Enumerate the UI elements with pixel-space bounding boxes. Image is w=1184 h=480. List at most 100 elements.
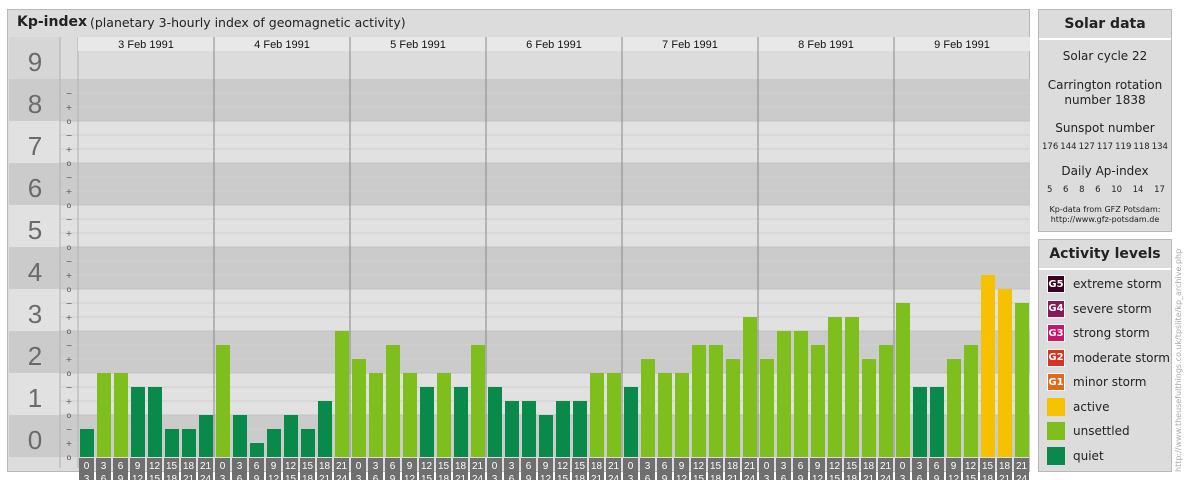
- interval-start-label: 21: [880, 461, 892, 472]
- kp-bar: [284, 415, 298, 457]
- legend-swatch: [1047, 446, 1065, 465]
- interval-end-label: 9: [934, 474, 940, 480]
- sunspot-value: 176: [1042, 142, 1059, 152]
- kp-bar: [114, 373, 128, 457]
- kp-band: [9, 373, 1030, 415]
- y-minor-tick-label: −: [66, 341, 73, 350]
- interval-start-label: 6: [662, 461, 668, 472]
- interval-end-label: 21: [727, 474, 739, 480]
- ap-value: 14: [1132, 185, 1144, 195]
- kp-bar: [97, 373, 111, 457]
- interval-start-label: 18: [727, 461, 739, 472]
- y-minor-tick-label: o: [67, 117, 72, 126]
- kp-bar: [216, 344, 230, 457]
- day-label: 4 Feb 1991: [254, 39, 310, 51]
- interval-start-label: 12: [421, 461, 433, 472]
- kp-bar: [845, 317, 859, 457]
- interval-start-label: 0: [628, 461, 634, 472]
- kp-bar: [573, 401, 587, 457]
- kp-bar: [896, 302, 910, 457]
- sunspot-label: Sunspot number: [1055, 121, 1155, 135]
- legend-label: moderate storm: [1073, 350, 1170, 365]
- interval-start-label: 15: [302, 461, 314, 472]
- interval-start-label: 12: [285, 461, 297, 472]
- kp-bar: [692, 344, 706, 457]
- activity-levels-title: Activity levels: [1039, 240, 1171, 270]
- kp-bar: [199, 415, 213, 457]
- legend-label: extreme storm: [1073, 277, 1162, 291]
- interval-end-label: 9: [254, 474, 260, 480]
- kp-band: [9, 289, 1030, 331]
- legend-label: active: [1073, 399, 1110, 414]
- kp-bar: [981, 275, 995, 457]
- kp-bar: [624, 386, 638, 457]
- y-tick-label: 5: [28, 215, 42, 245]
- ap-value: 5: [1047, 185, 1053, 195]
- legend-swatch: G4: [1047, 299, 1065, 318]
- kp-bar: [505, 401, 519, 457]
- ap-value: 8: [1079, 185, 1085, 195]
- interval-end-label: 24: [880, 474, 892, 480]
- legend-row: G5 extreme storm: [1047, 274, 1162, 294]
- interval-start-label: 15: [166, 461, 178, 472]
- kp-bar: [930, 386, 944, 457]
- interval-end-label: 21: [591, 474, 603, 480]
- legend-row: G1 minor storm: [1047, 372, 1146, 392]
- legend-swatch: [1047, 422, 1065, 440]
- interval-end-label: 18: [438, 474, 450, 480]
- interval-start-label: 3: [917, 461, 923, 472]
- interval-end-label: 24: [744, 474, 756, 480]
- interval-start-label: 9: [135, 461, 141, 472]
- interval-start-label: 18: [319, 461, 331, 472]
- interval-end-label: 6: [645, 474, 651, 480]
- interval-start-label: 0: [220, 461, 226, 472]
- y-minor-tick-label: o: [67, 201, 72, 210]
- y-minor-tick-label: −: [66, 383, 73, 392]
- kp-band: [9, 163, 1030, 205]
- sunspot-value: 117: [1096, 142, 1114, 152]
- y-minor-tick-label: +: [66, 397, 73, 406]
- kp-bar: [250, 443, 264, 457]
- kp-bar: [318, 401, 332, 457]
- kp-bar: [879, 344, 893, 457]
- interval-start-label: 15: [982, 461, 994, 472]
- interval-start-label: 6: [934, 461, 940, 472]
- interval-start-label: 15: [846, 461, 858, 472]
- interval-end-label: 6: [509, 474, 515, 480]
- interval-start-label: 3: [373, 461, 379, 472]
- legend-row: G2 moderate storm: [1047, 348, 1170, 368]
- y-minor-tick-label: +: [66, 229, 73, 238]
- ap-value: 10: [1111, 185, 1123, 195]
- interval-end-label: 12: [540, 474, 552, 480]
- interval-end-label: 12: [676, 474, 688, 480]
- kp-bar: [641, 359, 655, 457]
- y-tick-label: 8: [28, 89, 42, 119]
- y-minor-tick-label: +: [66, 313, 73, 322]
- legend-label: quiet: [1073, 448, 1104, 463]
- interval-end-label: 18: [302, 474, 314, 480]
- sunspot-value: 134: [1151, 142, 1168, 152]
- kp-band: [9, 415, 1030, 457]
- interval-end-label: 12: [812, 474, 824, 480]
- interval-end-label: 18: [166, 474, 178, 480]
- legend-row: active: [1047, 397, 1109, 417]
- y-minor-tick-label: +: [66, 145, 73, 154]
- interval-end-label: 3: [764, 474, 770, 480]
- vertical-credit: http://www.theusefulthings.co.uk/tpslite…: [1174, 248, 1183, 472]
- y-minor-tick-label: o: [67, 411, 72, 420]
- interval-end-label: 18: [574, 474, 586, 480]
- legend-row: G4 severe storm: [1047, 299, 1152, 319]
- day-label: 5 Feb 1991: [390, 39, 446, 51]
- day-label: 6 Feb 1991: [526, 39, 582, 51]
- y-tick-label: 6: [28, 173, 42, 203]
- interval-end-label: 24: [1016, 474, 1028, 480]
- sunspot-numbers: 176 144 127 117 119 118 134: [1039, 142, 1171, 152]
- interval-end-label: 9: [662, 474, 668, 480]
- kp-bar: [182, 428, 196, 457]
- interval-start-label: 9: [271, 461, 277, 472]
- y-minor-tick-label: −: [66, 89, 73, 98]
- day-label: 7 Feb 1991: [662, 39, 718, 51]
- y-minor-tick-label: +: [66, 187, 73, 196]
- interval-start-label: 12: [557, 461, 569, 472]
- interval-start-label: 18: [863, 461, 875, 472]
